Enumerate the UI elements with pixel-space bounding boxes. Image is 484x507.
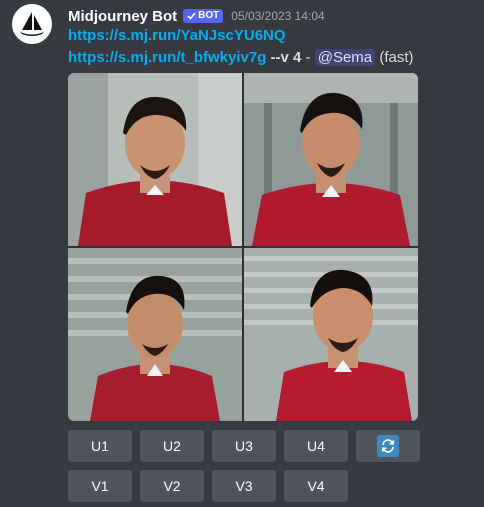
separator: - (301, 49, 315, 66)
v3-button[interactable]: V3 (212, 470, 276, 502)
v2-button[interactable]: V2 (140, 470, 204, 502)
prompt-link-1[interactable]: https://s.mj.run/YaNJscYU6NQ (68, 27, 286, 44)
reroll-button[interactable] (356, 430, 420, 462)
v1-button[interactable]: V1 (68, 470, 132, 502)
u1-button[interactable]: U1 (68, 430, 132, 462)
bot-avatar[interactable] (12, 4, 52, 44)
generated-image-4[interactable] (244, 248, 418, 421)
generated-image-1[interactable] (68, 73, 242, 246)
message-header: Midjourney Bot BOT 05/03/2023 14:04 (68, 6, 325, 26)
v4-button[interactable]: V4 (284, 470, 348, 502)
u2-button[interactable]: U2 (140, 430, 204, 462)
bot-badge-label: BOT (198, 10, 220, 21)
mode-label: (fast) (379, 49, 414, 66)
prompt-link-2[interactable]: https://s.mj.run/t_bfwkyiv7g (68, 49, 266, 66)
bot-badge: BOT (183, 9, 224, 23)
generated-image-2[interactable] (244, 73, 418, 246)
message-line-2: https://s.mj.run/t_bfwkyiv7g --v 4 - @Se… (68, 49, 414, 66)
generated-image-3[interactable] (68, 248, 242, 421)
u3-button[interactable]: U3 (212, 430, 276, 462)
message-timestamp: 05/03/2023 14:04 (231, 9, 325, 23)
chat-message: Midjourney Bot BOT 05/03/2023 14:04 http… (0, 0, 484, 507)
image-grid[interactable] (68, 73, 418, 421)
message-line-1: https://s.mj.run/YaNJscYU6NQ (68, 27, 286, 44)
variation-button-row: V1 V2 V3 V4 (68, 470, 348, 502)
midjourney-sailboat-logo-icon (12, 4, 52, 44)
refresh-icon (377, 435, 399, 457)
author-name[interactable]: Midjourney Bot (68, 8, 177, 25)
version-flag: --v 4 (270, 49, 302, 66)
user-mention[interactable]: @Sema (314, 49, 376, 66)
checkmark-icon (187, 12, 196, 20)
upscale-button-row: U1 U2 U3 U4 (68, 430, 420, 462)
u4-button[interactable]: U4 (284, 430, 348, 462)
